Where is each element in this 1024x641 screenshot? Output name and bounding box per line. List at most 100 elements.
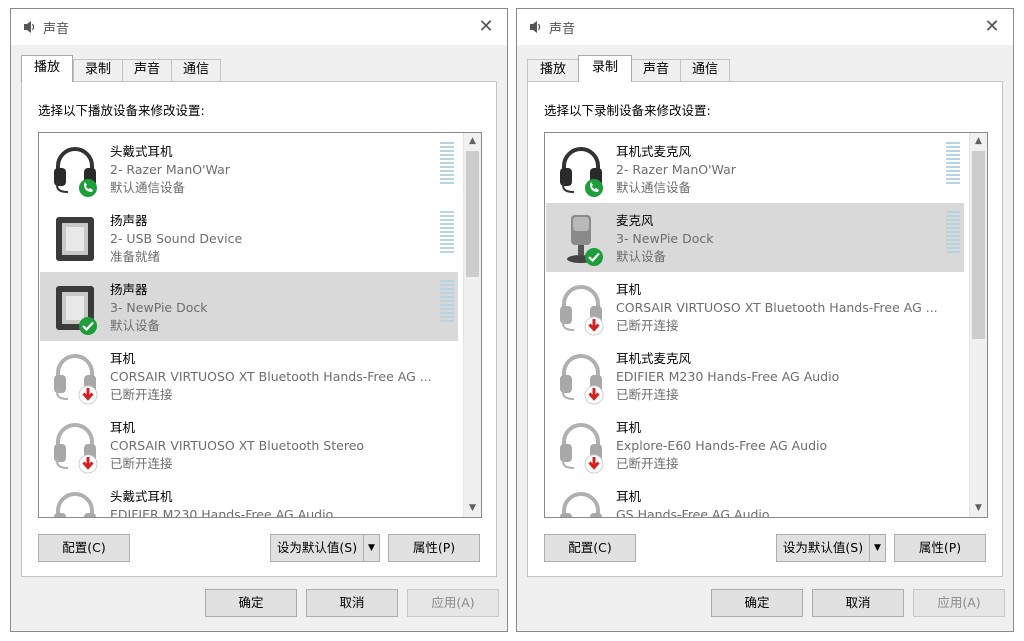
device-item[interactable]: 耳机式麦克风 EDIFIER M230 Hands-Free AG Audio … [546,341,964,410]
device-name: 扬声器 [110,213,148,228]
tab-recording[interactable]: 录制 [578,55,632,82]
device-item[interactable]: 耳机 CORSAIR VIRTUOSO XT Bluetooth Hands-F… [546,272,964,341]
set-default-button[interactable]: 设为默认值(S) ▼ [270,534,380,562]
device-subname: 3- NewPie Dock [616,231,714,246]
level-meter [946,211,960,253]
set-default-button[interactable]: 设为默认值(S) ▼ [776,534,886,562]
vertical-scrollbar[interactable]: ▲ ▼ [969,133,987,517]
vertical-scrollbar[interactable]: ▲ ▼ [463,133,481,517]
phone-badge-icon [79,179,97,197]
device-item[interactable]: 耳机式麦克风 2- Razer ManO'War 默认通信设备 [546,134,964,203]
properties-button[interactable]: 属性(P) [388,534,480,562]
close-button[interactable]: ✕ [977,13,1007,41]
window-title: 声音 [549,22,576,37]
close-button[interactable]: ✕ [471,13,501,41]
tab-communications[interactable]: 通信 [680,59,730,81]
level-meter [946,142,960,184]
device-subname: 3- NewPie Dock [110,300,208,315]
device-item[interactable]: 耳机 CORSAIR VIRTUOSO XT Bluetooth Stereo … [40,410,458,479]
device-status: 已断开连接 [616,456,679,471]
headset-icon [54,492,96,517]
speaker-app-icon [530,21,541,33]
device-subname: 2- Razer ManO'War [110,162,230,177]
device-status: 默认通信设备 [110,180,186,195]
device-item[interactable]: 耳机 GS Hands-Free AG Audio [546,479,964,518]
device-name: 耳机式麦克风 [616,144,692,159]
tab-playback[interactable]: 播放 [21,55,73,82]
device-name: 耳机 [110,351,136,366]
title-bar[interactable]: 声音 ✕ [11,9,507,45]
device-status: 已断开连接 [110,456,173,471]
device-status: 已断开连接 [110,387,173,402]
sound-dialog-playback: 声音 ✕ 播放 录制 声音 通信 选择以下播放设备来修改设置: 头戴式耳机 2-… [10,8,508,632]
device-name: 麦克风 [616,213,654,228]
headset-icon [560,492,602,517]
tab-communications[interactable]: 通信 [171,59,221,81]
tab-bar: 播放 录制 声音 通信 [21,55,499,82]
cancel-button[interactable]: 取消 [306,589,398,617]
tab-recording[interactable]: 录制 [73,59,123,81]
ok-button[interactable]: 确定 [711,589,803,617]
configure-button[interactable]: 配置(C) [544,534,636,562]
device-list[interactable]: 头戴式耳机 2- Razer ManO'War 默认通信设备 扬声器 2- US… [38,132,482,518]
apply-button[interactable]: 应用(A) [913,589,1005,617]
tab-panel: 选择以下录制设备来修改设置: 耳机式麦克风 2- Razer ManO'War [527,81,1003,577]
device-subname: CORSAIR VIRTUOSO XT Bluetooth Hands-Free… [110,369,432,384]
device-status: 默认设备 [110,318,161,333]
device-name: 耳机式麦克风 [616,351,692,366]
tab-bar: 播放 录制 声音 通信 [527,55,1005,82]
device-subname: GS Hands-Free AG Audio [616,507,770,518]
instruction-text: 选择以下录制设备来修改设置: [544,103,711,118]
instruction-text: 选择以下播放设备来修改设置: [38,103,205,118]
configure-button[interactable]: 配置(C) [38,534,130,562]
ok-button[interactable]: 确定 [205,589,297,617]
device-subname: 2- USB Sound Device [110,231,243,246]
level-meter [440,211,454,253]
disconnected-badge-icon [584,316,604,336]
device-item[interactable]: 耳机 Explore-E60 Hands-Free AG Audio 已断开连接 [546,410,964,479]
device-item[interactable]: 头戴式耳机 EDIFIER M230 Hands-Free AG Audio [40,479,458,517]
device-item[interactable]: 耳机 CORSAIR VIRTUOSO XT Bluetooth Hands-F… [40,341,458,410]
device-status: 默认设备 [616,249,667,264]
device-status: 已断开连接 [616,318,679,333]
disconnected-badge-icon [78,385,98,405]
device-name: 头戴式耳机 [110,489,173,504]
tab-panel: 选择以下播放设备来修改设置: 头戴式耳机 2- Razer ManO'War 默… [21,81,497,577]
scroll-down-arrow-icon[interactable]: ▼ [464,500,481,517]
device-item[interactable]: 扬声器 2- USB Sound Device 准备就绪 [40,203,458,272]
cancel-button[interactable]: 取消 [812,589,904,617]
device-subname: 2- Razer ManO'War [616,162,736,177]
device-item[interactable]: 头戴式耳机 2- Razer ManO'War 默认通信设备 [40,134,458,203]
device-item[interactable]: 麦克风 3- NewPie Dock 默认设备 [546,203,964,272]
set-default-label: 设为默认值(S) [276,540,358,555]
device-status: 默认通信设备 [616,180,692,195]
check-badge-icon [79,317,97,335]
speaker-icon [56,217,94,261]
scroll-thumb[interactable] [972,151,985,339]
level-meter [440,142,454,184]
scroll-down-arrow-icon[interactable]: ▼ [970,500,987,517]
dropdown-arrow-icon[interactable]: ▼ [869,535,885,561]
device-name: 耳机 [110,420,136,435]
scroll-up-arrow-icon[interactable]: ▲ [464,133,481,150]
tab-sounds[interactable]: 声音 [631,59,681,81]
scroll-thumb[interactable] [466,151,479,277]
device-list[interactable]: 耳机式麦克风 2- Razer ManO'War 默认通信设备 麦克风 3- N… [544,132,988,518]
window-title: 声音 [43,22,70,37]
apply-button[interactable]: 应用(A) [407,589,499,617]
dropdown-arrow-icon[interactable]: ▼ [363,535,379,561]
title-bar[interactable]: 声音 ✕ [517,9,1013,45]
scroll-up-arrow-icon[interactable]: ▲ [970,133,987,150]
level-meter [440,280,454,322]
device-name: 扬声器 [110,282,148,297]
set-default-label: 设为默认值(S) [782,540,864,555]
device-subname: EDIFIER M230 Hands-Free AG Audio [616,369,840,384]
sound-dialog-recording: 声音 ✕ 播放 录制 声音 通信 选择以下录制设备来修改设置: 耳机式麦克风 2… [516,8,1014,632]
properties-button[interactable]: 属性(P) [894,534,986,562]
device-item[interactable]: 扬声器 3- NewPie Dock 默认设备 [40,272,458,341]
device-subname: CORSAIR VIRTUOSO XT Bluetooth Hands-Free… [616,300,938,315]
tab-playback[interactable]: 播放 [527,59,579,81]
device-subname: Explore-E60 Hands-Free AG Audio [616,438,828,453]
speaker-app-icon [24,21,35,33]
tab-sounds[interactable]: 声音 [122,59,172,81]
